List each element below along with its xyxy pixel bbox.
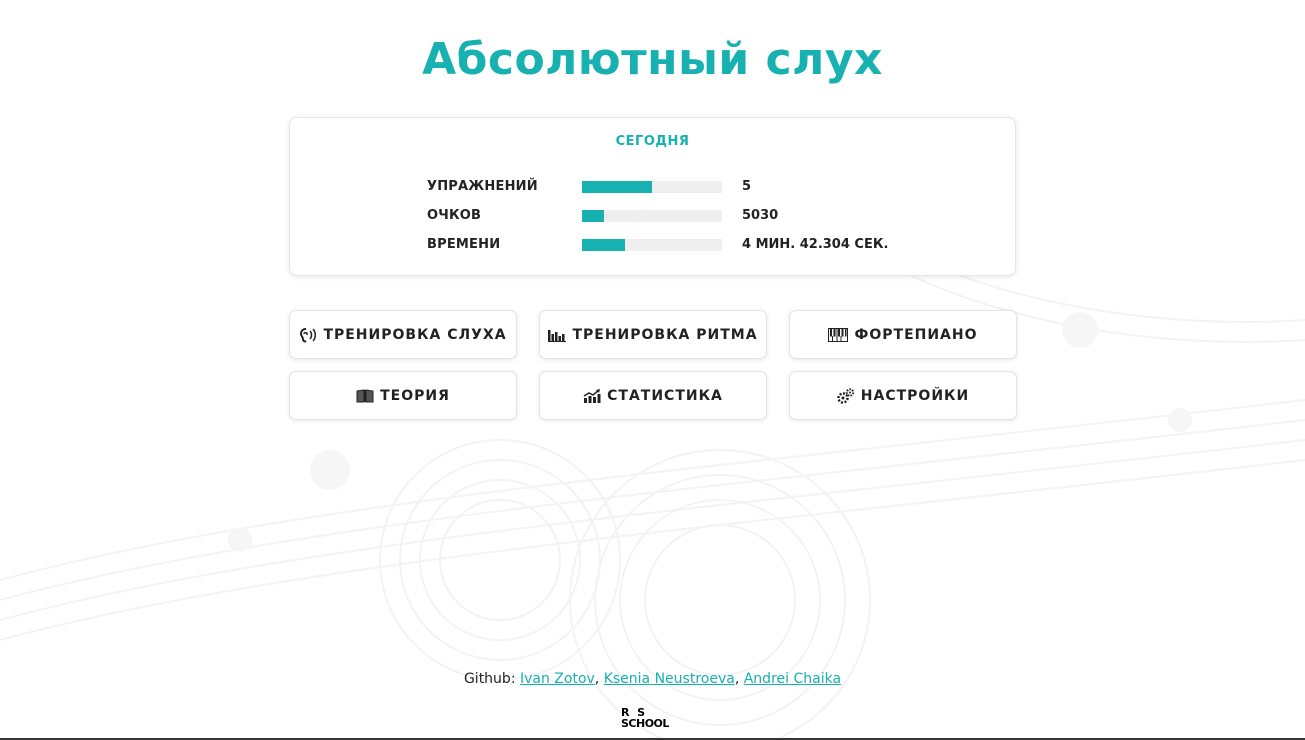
statistics-label: СТАТИСТИКА: [607, 387, 723, 404]
page: Абсолютный слух СЕГОДНЯ УПРАЖНЕНИЙ 5 ОЧК…: [0, 0, 1305, 740]
theory-button[interactable]: ТЕОРИЯ: [289, 371, 517, 420]
rs-school-logo[interactable]: R S SCHOOL: [621, 707, 683, 731]
settings-button[interactable]: НАСТРОЙКИ: [789, 371, 1017, 420]
progress-bar: [582, 239, 722, 251]
stat-value: 5030: [742, 208, 779, 223]
footer: Github: Ivan Zotov, Ksenia Neustroeva, A…: [0, 671, 1305, 687]
stat-row-time: ВРЕМЕНИ 4 МИН. 42.304 СЕК.: [427, 237, 927, 253]
progress-bar: [582, 181, 722, 193]
progress-bar: [582, 210, 722, 222]
stat-value: 4 МИН. 42.304 СЕК.: [742, 237, 889, 252]
settings-label: НАСТРОЙКИ: [860, 387, 970, 404]
rhythm-training-button[interactable]: ТРЕНИРОВКА РИТМА: [539, 310, 767, 359]
piano-label: ФОРТЕПИАНО: [854, 326, 978, 343]
theory-label: ТЕОРИЯ: [380, 387, 450, 404]
ear-sound-icon: [299, 327, 317, 343]
page-title: Абсолютный слух: [422, 34, 883, 85]
separator: ,: [594, 671, 604, 687]
gears-icon: [837, 387, 855, 404]
open-book-icon: [356, 388, 374, 403]
author-link-3[interactable]: Andrei Chaika: [744, 671, 841, 687]
stat-row-exercises: УПРАЖНЕНИЙ 5: [427, 179, 927, 195]
separator: ,: [734, 671, 744, 687]
author-link-2[interactable]: Ksenia Neustroeva: [604, 671, 735, 687]
author-link-1[interactable]: Ivan Zotov: [520, 671, 595, 687]
progress-bar-fill: [582, 210, 605, 222]
ear-training-button[interactable]: ТРЕНИРОВКА СЛУХА: [289, 310, 517, 359]
piano-keys-icon: [828, 327, 849, 342]
background-decoration: [0, 249, 1305, 740]
stats-heading: СЕГОДНЯ: [615, 134, 690, 149]
progress-bar-fill: [582, 239, 626, 251]
rhythm-training-label: ТРЕНИРОВКА РИТМА: [572, 326, 758, 343]
today-stats-card: СЕГОДНЯ УПРАЖНЕНИЙ 5 ОЧКОВ 5030 ВРЕМЕНИ …: [289, 117, 1016, 276]
stat-value: 5: [742, 179, 752, 194]
stat-label: ВРЕМЕНИ: [427, 237, 501, 252]
statistics-button[interactable]: СТАТИСТИКА: [539, 371, 767, 420]
stat-row-points: ОЧКОВ 5030: [427, 208, 927, 224]
footer-prefix: Github:: [463, 671, 520, 687]
piano-button[interactable]: ФОРТЕПИАНО: [789, 310, 1017, 359]
stat-label: ОЧКОВ: [427, 208, 482, 223]
chart-growth-icon: [583, 388, 601, 403]
progress-bar-fill: [582, 181, 652, 193]
ear-training-label: ТРЕНИРОВКА СЛУХА: [323, 326, 507, 343]
logo-line2: SCHOOL: [621, 717, 669, 730]
equalizer-icon: [548, 328, 567, 342]
stat-label: УПРАЖНЕНИЙ: [427, 179, 538, 194]
